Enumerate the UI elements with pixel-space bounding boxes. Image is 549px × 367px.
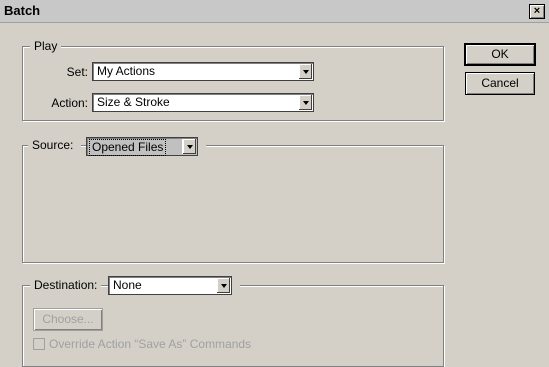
title-bar: Batch × <box>0 0 549 23</box>
source-dropdown-value: Opened Files <box>89 139 167 156</box>
chevron-down-icon[interactable] <box>216 278 230 293</box>
choose-button[interactable]: Choose... <box>33 308 103 331</box>
destination-label: Destination: <box>30 278 102 292</box>
override-save-as-label: Override Action “Save As” Commands <box>49 337 252 351</box>
cancel-button[interactable]: Cancel <box>465 72 535 95</box>
set-dropdown-value: My Actions <box>97 64 156 78</box>
source-group <box>22 145 444 263</box>
source-legend-gap <box>198 144 206 147</box>
chevron-down-icon[interactable] <box>298 95 312 110</box>
window-title: Batch <box>4 3 41 18</box>
destination-legend-gap <box>232 284 240 287</box>
set-label: Set: <box>66 65 88 79</box>
action-dropdown-value: Size & Stroke <box>97 95 170 109</box>
destination-dropdown-value: None <box>113 278 142 292</box>
action-label: Action: <box>51 96 88 110</box>
close-icon[interactable]: × <box>529 4 545 19</box>
chevron-down-icon[interactable] <box>298 64 312 79</box>
chevron-down-icon[interactable] <box>182 139 196 154</box>
source-dropdown[interactable]: Opened Files <box>86 137 198 156</box>
set-dropdown[interactable]: My Actions <box>92 62 314 81</box>
play-legend: Play <box>30 39 62 53</box>
source-label: Source: <box>28 138 82 152</box>
destination-dropdown[interactable]: None <box>108 276 232 295</box>
action-dropdown[interactable]: Size & Stroke <box>92 93 314 112</box>
override-save-as-checkbox[interactable] <box>33 338 45 350</box>
ok-button[interactable]: OK <box>464 43 536 66</box>
